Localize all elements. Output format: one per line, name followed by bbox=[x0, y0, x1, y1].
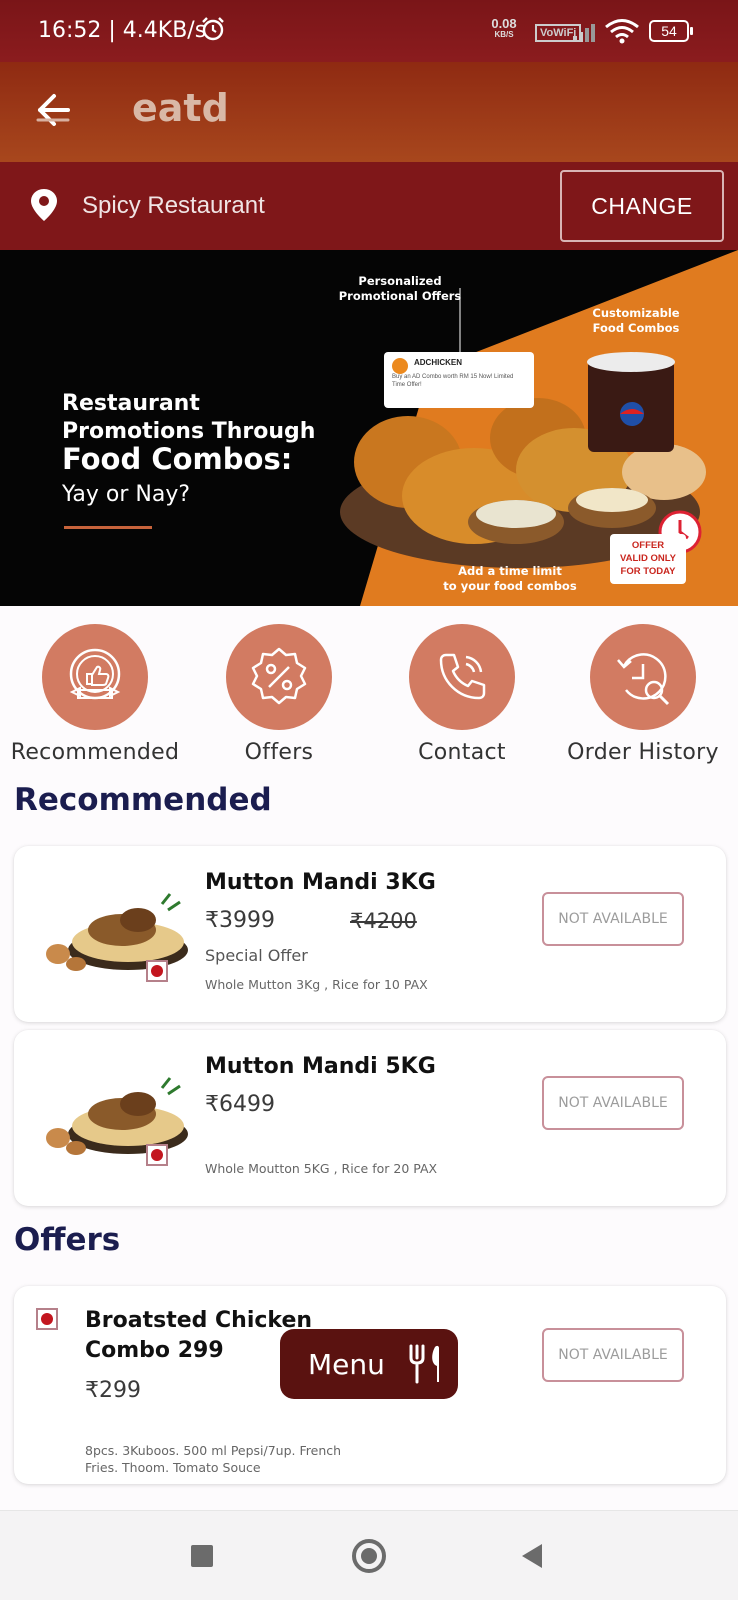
quick-label-offers: Offers bbox=[244, 740, 314, 765]
quick-action-offers[interactable]: Offers bbox=[189, 624, 369, 765]
status-time: 16:52 | 4.4KB/s bbox=[38, 18, 207, 43]
not-available-button[interactable]: NOT AVAILABLE bbox=[542, 1076, 684, 1130]
veg-indicator bbox=[146, 960, 168, 982]
banner-underline bbox=[64, 526, 152, 529]
battery-icon: 54 bbox=[649, 20, 693, 42]
popup-title: ADCHICKEN bbox=[414, 358, 462, 367]
not-available-button[interactable]: NOT AVAILABLE bbox=[542, 892, 684, 946]
quick-action-contact[interactable]: Contact bbox=[372, 624, 552, 765]
popup-text: Buy an AD Combo worth RM 15 Now! Limited… bbox=[392, 374, 514, 388]
location-bar: Spicy Restaurant CHANGE bbox=[0, 162, 738, 250]
history-search-icon bbox=[617, 653, 670, 706]
quick-circle bbox=[590, 624, 696, 730]
product-name: Mutton Mandi 5KG bbox=[205, 1054, 436, 1079]
location-pin-icon bbox=[31, 189, 57, 221]
veg-indicator bbox=[146, 1144, 168, 1166]
offer-description: 8pcs. 3Kuboos. 500 ml Pepsi/7up. French … bbox=[85, 1442, 341, 1476]
restaurant-name: Spicy Restaurant bbox=[82, 192, 265, 219]
offer-name-line-1: Broatsted Chicken bbox=[85, 1308, 313, 1333]
system-nav-bar bbox=[0, 1510, 738, 1600]
product-image bbox=[46, 1077, 188, 1155]
not-available-button[interactable]: NOT AVAILABLE bbox=[542, 1328, 684, 1382]
offer-name: Broatsted Chicken Combo 299 bbox=[85, 1306, 312, 1366]
app-title: eatd bbox=[132, 86, 229, 130]
banner-headline-1: Restaurant Promotions Through bbox=[62, 390, 315, 446]
alarm-icon bbox=[202, 17, 224, 41]
product-tag: Special Offer bbox=[205, 946, 308, 965]
quick-label-recommended: Recommended bbox=[10, 740, 180, 765]
network-speed: 0.08 KB/S bbox=[486, 16, 522, 40]
app-screen: 16:52 | 4.4KB/s 0.08 KB/S VoWiFi 54 eatd… bbox=[0, 0, 738, 1600]
phone-icon bbox=[439, 653, 486, 700]
signal-icon bbox=[573, 24, 595, 42]
thumbs-up-badge-icon bbox=[69, 648, 121, 700]
recents-icon[interactable] bbox=[191, 1545, 213, 1567]
product-description: Whole Moutton 5KG , Rice for 20 PAX bbox=[205, 1161, 438, 1176]
back-icon[interactable] bbox=[522, 1544, 542, 1568]
section-title-offers: Offers bbox=[14, 1222, 121, 1258]
menu-button-label: Menu bbox=[308, 1347, 385, 1381]
app-bar: eatd bbox=[0, 62, 738, 162]
menu-button[interactable]: Menu bbox=[280, 1329, 458, 1399]
product-description: Whole Mutton 3Kg , Rice for 10 PAX bbox=[205, 977, 428, 992]
product-card-mutton-mandi-5kg[interactable]: Mutton Mandi 5KG ₹6499 Whole Moutton 5KG… bbox=[14, 1030, 726, 1206]
quick-label-contact: Contact bbox=[418, 740, 506, 765]
home-icon[interactable] bbox=[352, 1539, 386, 1573]
offer-name-line-2: Combo 299 bbox=[85, 1338, 224, 1363]
banner-callout-customizable: Customizable Food Combos bbox=[592, 306, 680, 335]
product-card-mutton-mandi-3kg[interactable]: Mutton Mandi 3KG ₹3999 ₹4200 Special Off… bbox=[14, 846, 726, 1022]
product-name: Mutton Mandi 3KG bbox=[205, 870, 436, 895]
promo-banner[interactable]: Restaurant Promotions Through Food Combo… bbox=[0, 250, 738, 606]
product-price: ₹6499 bbox=[205, 1092, 275, 1117]
section-title-recommended: Recommended bbox=[14, 782, 272, 818]
change-location-button[interactable]: CHANGE bbox=[560, 170, 724, 242]
product-old-price: ₹4200 bbox=[350, 909, 417, 933]
offer-description-line-2: Fries. Thoom. Tomato Souce bbox=[85, 1460, 261, 1475]
quick-label-order-history: Order History bbox=[567, 740, 719, 765]
offer-price: ₹299 bbox=[85, 1378, 141, 1403]
product-price: ₹3999 bbox=[205, 908, 275, 933]
quick-circle bbox=[409, 624, 515, 730]
status-bar: 16:52 | 4.4KB/s 0.08 KB/S VoWiFi 54 bbox=[0, 0, 738, 62]
net-speed-value: 0.08 bbox=[491, 16, 517, 31]
quick-action-recommended[interactable]: Recommended bbox=[5, 624, 185, 765]
fork-knife-icon bbox=[409, 1344, 439, 1384]
veg-indicator bbox=[36, 1308, 58, 1330]
banner-callout-time-limit: Add a time limit to your food combos bbox=[443, 564, 577, 593]
banner-line-1: Restaurant bbox=[62, 391, 200, 416]
banner-headline-2: Food Combos: bbox=[62, 442, 293, 476]
product-image bbox=[46, 893, 188, 971]
back-arrow-icon[interactable] bbox=[34, 90, 74, 130]
offer-description-line-1: 8pcs. 3Kuboos. 500 ml Pepsi/7up. French bbox=[85, 1443, 342, 1458]
quick-circle bbox=[226, 624, 332, 730]
percent-badge-icon bbox=[251, 647, 307, 705]
chicken-icon bbox=[392, 358, 408, 374]
banner-callout-personalized: Personalized Promotional Offers bbox=[338, 274, 462, 303]
offer-valid-badge: OFFER VALID ONLY FOR TODAY bbox=[610, 534, 686, 584]
quick-circle bbox=[42, 624, 148, 730]
banner-popup: ADCHICKEN Buy an AD Combo worth RM 15 No… bbox=[384, 352, 534, 408]
wifi-icon bbox=[605, 19, 639, 44]
banner-headline-3: Yay or Nay? bbox=[62, 482, 191, 507]
quick-action-order-history[interactable]: Order History bbox=[553, 624, 733, 765]
